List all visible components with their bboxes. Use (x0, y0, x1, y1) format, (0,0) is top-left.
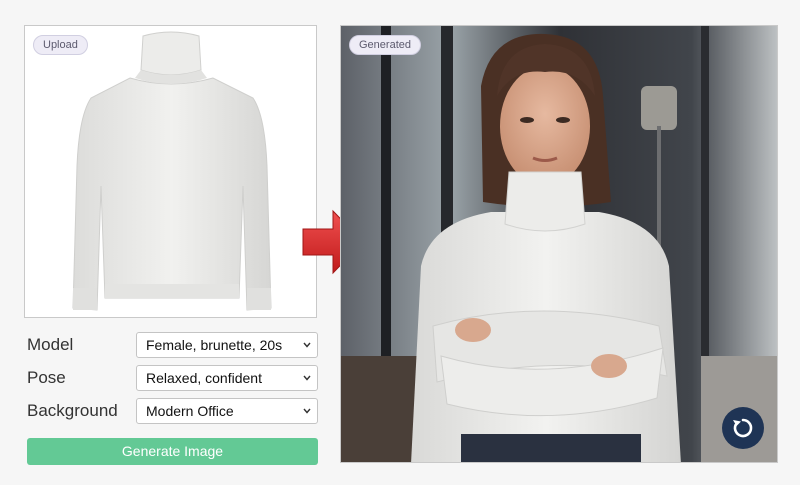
pose-select[interactable]: Relaxed, confident (136, 365, 318, 391)
refresh-icon (733, 418, 753, 438)
background-select[interactable]: Modern Office (136, 398, 318, 424)
sweater-image (72, 31, 272, 311)
background-label: Background (27, 401, 118, 420)
upload-tag: Upload (33, 35, 88, 55)
refresh-button[interactable] (722, 407, 764, 449)
background-row: Background Modern Office (27, 398, 318, 425)
generate-image-button[interactable]: Generate Image (27, 438, 318, 465)
chevron-down-icon (303, 408, 311, 414)
options-form: Model Female, brunette, 20s Pose Relaxed… (27, 332, 318, 431)
generated-photo (341, 26, 777, 462)
chevron-down-icon (303, 342, 311, 348)
generated-image-panel: Generated (340, 25, 778, 463)
pose-label: Pose (27, 368, 66, 387)
background-select-value: Modern Office (146, 403, 234, 419)
chevron-down-icon (303, 375, 311, 381)
model-label: Model (27, 335, 74, 354)
upload-panel[interactable]: Upload (24, 25, 317, 318)
model-row: Model Female, brunette, 20s (27, 332, 318, 359)
pose-select-value: Relaxed, confident (146, 370, 262, 386)
generated-tag: Generated (349, 35, 421, 55)
model-select-value: Female, brunette, 20s (146, 337, 283, 353)
model-select[interactable]: Female, brunette, 20s (136, 332, 318, 358)
pose-row: Pose Relaxed, confident (27, 365, 318, 392)
